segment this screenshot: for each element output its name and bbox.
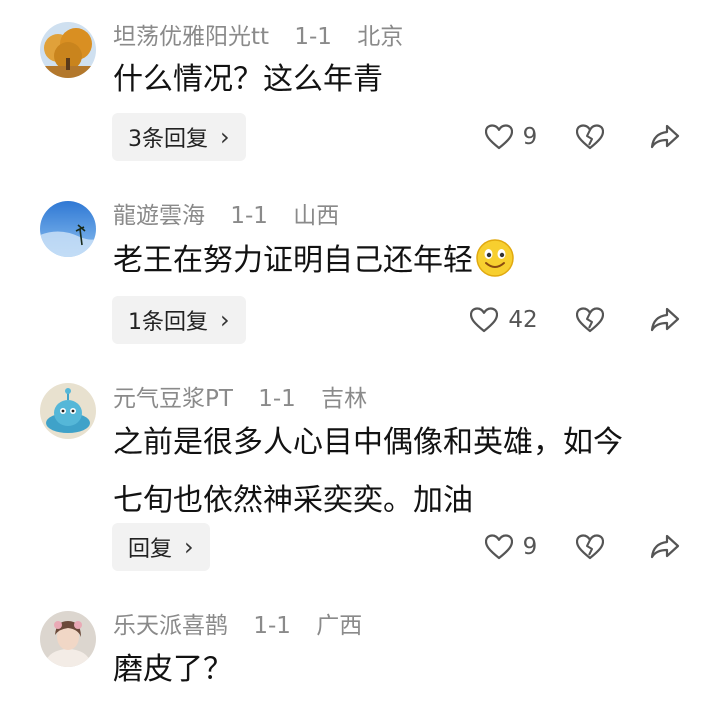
- avatar[interactable]: [40, 383, 96, 439]
- comment-text: 老王在努力证明自己还年轻: [113, 232, 515, 290]
- like-button[interactable]: 9: [468, 124, 554, 150]
- comment-meta: 元气豆浆PT 1-1 吉林: [113, 384, 367, 414]
- username[interactable]: 龍遊雲海: [113, 203, 205, 229]
- comment-text-line: 之前是很多人心目中偶像和英雄，如今: [113, 425, 623, 460]
- username[interactable]: 乐天派喜鹊: [113, 613, 228, 639]
- comment-meta: 龍遊雲海 1-1 山西: [113, 201, 339, 231]
- comment-location: 山西: [293, 203, 340, 229]
- share-arrow-icon: [650, 534, 680, 559]
- chevron-right-icon: ›: [184, 533, 194, 561]
- reply-label: 3条回复: [128, 127, 208, 152]
- avatar[interactable]: [40, 201, 96, 257]
- avatar[interactable]: [40, 611, 96, 667]
- comment-date: 1-1: [294, 24, 332, 50]
- chevron-right-icon: ›: [220, 123, 230, 151]
- comment-text: 什么情况？这么年青: [113, 51, 383, 109]
- comment-text-content: 老王在努力证明自己还年轻: [113, 243, 473, 278]
- dislike-button[interactable]: [576, 124, 604, 150]
- heart-icon: [484, 124, 513, 150]
- comment-location: 吉林: [321, 386, 368, 412]
- reply-label: 1条回复: [128, 310, 208, 335]
- blue-sky-avatar-icon: [40, 201, 96, 257]
- avatar[interactable]: [40, 22, 96, 78]
- chevron-right-icon: ›: [220, 306, 230, 334]
- username[interactable]: 元气豆浆PT: [113, 386, 233, 412]
- username[interactable]: 坦荡优雅阳光tt: [113, 24, 269, 50]
- comment-date: 1-1: [258, 386, 296, 412]
- like-button[interactable]: 42: [454, 307, 554, 333]
- comment-text: 磨皮了？: [113, 641, 233, 699]
- share-arrow-icon: [650, 124, 680, 149]
- share-button[interactable]: [650, 534, 680, 560]
- heart-icon: [470, 307, 499, 333]
- smile-emoji-icon: [476, 239, 514, 277]
- share-arrow-icon: [650, 307, 680, 332]
- view-replies-button[interactable]: 1条回复 ›: [112, 296, 246, 344]
- like-count: 9: [522, 124, 538, 150]
- broken-heart-icon: [576, 124, 604, 150]
- comment-date: 1-1: [253, 613, 291, 639]
- comment-date: 1-1: [230, 203, 268, 229]
- share-button[interactable]: [650, 124, 680, 150]
- comment-text: 之前是很多人心目中偶像和英雄，如今 七旬也依然神采奕奕。加油: [113, 414, 623, 530]
- comment-meta: 乐天派喜鹊 1-1 广西: [113, 611, 362, 641]
- broken-heart-icon: [576, 307, 604, 333]
- dislike-button[interactable]: [576, 534, 604, 560]
- girl-photo-avatar-icon: [40, 611, 96, 667]
- comment-text-line: 什么情况？这么年青: [113, 62, 383, 97]
- dislike-button[interactable]: [576, 307, 604, 333]
- comment-location: 北京: [357, 24, 404, 50]
- comment-actions: 9: [468, 523, 680, 571]
- comment-meta: 坦荡优雅阳光tt 1-1 北京: [113, 22, 403, 52]
- comment-text-line: 磨皮了？: [113, 652, 233, 687]
- comment-text-line: 老王在努力证明自己还年轻: [113, 232, 515, 290]
- heart-icon: [484, 534, 513, 560]
- share-button[interactable]: [650, 307, 680, 333]
- like-count: 9: [522, 534, 538, 560]
- golden-tree-avatar-icon: [40, 22, 96, 78]
- comment-location: 广西: [316, 613, 363, 639]
- comment-actions: 42: [468, 296, 680, 344]
- view-replies-button[interactable]: 3条回复 ›: [112, 113, 246, 161]
- comment-actions: 9: [468, 113, 680, 161]
- like-count: 42: [508, 307, 538, 333]
- comment-text-line: 七旬也依然神采奕奕。加油: [113, 483, 473, 518]
- cartoon-creature-avatar-icon: [40, 383, 96, 439]
- broken-heart-icon: [576, 534, 604, 560]
- reply-label: 回复: [128, 537, 173, 562]
- reply-button[interactable]: 回复 ›: [112, 523, 210, 571]
- like-button[interactable]: 9: [468, 534, 554, 560]
